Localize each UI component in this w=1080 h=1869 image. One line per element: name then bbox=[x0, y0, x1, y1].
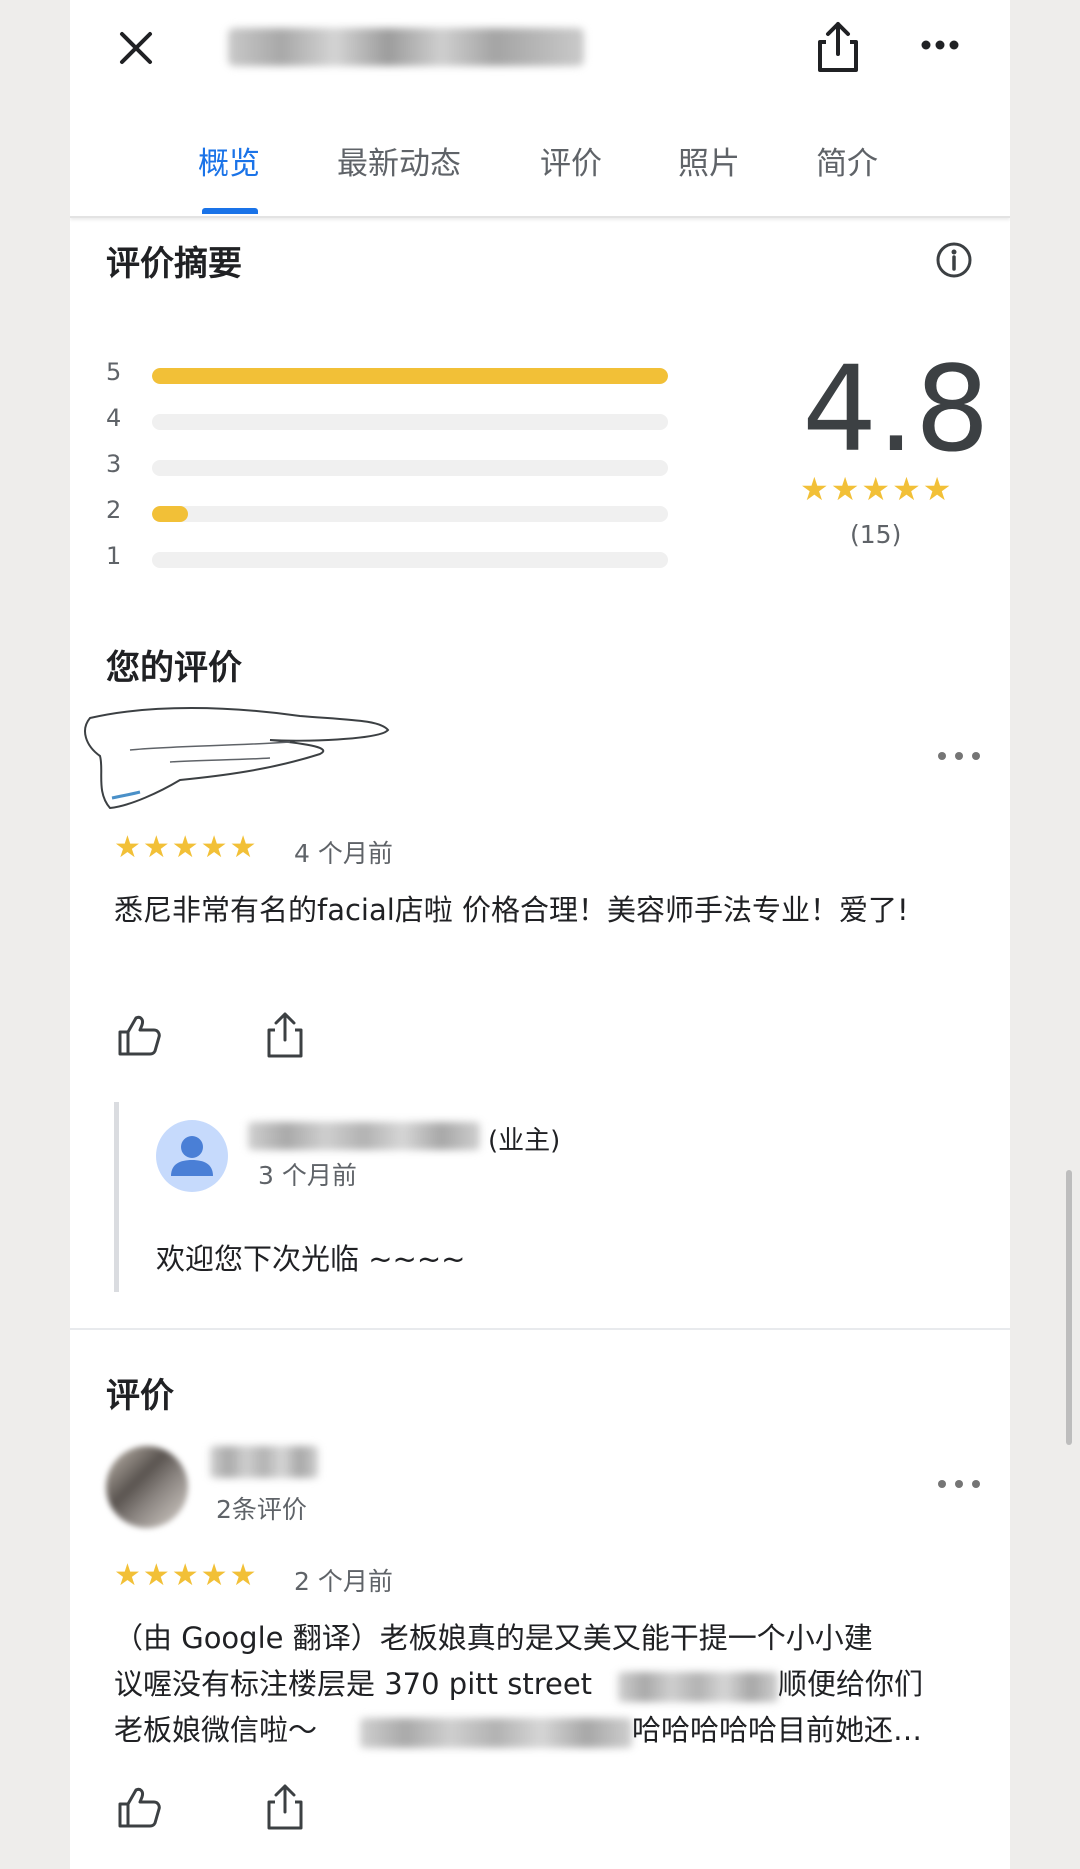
share-review-icon[interactable] bbox=[260, 1782, 310, 1832]
rating-bar-label: 5 bbox=[106, 358, 122, 386]
reviewer-name-blurred bbox=[210, 1446, 318, 1478]
owner-tag: (业主) bbox=[488, 1126, 561, 1156]
share-icon bbox=[818, 22, 858, 72]
close-button[interactable] bbox=[106, 18, 166, 78]
tab-updates[interactable]: 最新动态 bbox=[337, 138, 461, 183]
more-options-button[interactable] bbox=[910, 20, 970, 70]
rating-bar-track bbox=[152, 368, 668, 384]
your-review-title: 您的评价 bbox=[106, 648, 242, 688]
section-divider bbox=[70, 1328, 1010, 1330]
review-text-line-3a: 老板娘微信啦～ bbox=[114, 1713, 318, 1747]
reply-indicator bbox=[114, 1102, 119, 1292]
reviewer-review-count: 2条评价 bbox=[216, 1495, 307, 1524]
review-stars: ★★★★★ bbox=[114, 1558, 259, 1593]
info-icon[interactable] bbox=[934, 240, 974, 280]
share-button[interactable] bbox=[808, 14, 868, 80]
review-count[interactable]: (15) bbox=[850, 520, 901, 549]
review-text-line-2a: 议喔没有标注楼层是 370 pitt street bbox=[114, 1667, 593, 1701]
place-title-blurred bbox=[228, 28, 584, 66]
reviewer-avatar-blurred bbox=[106, 1446, 188, 1528]
tab-photos[interactable]: 照片 bbox=[678, 138, 740, 183]
tab-reviews[interactable]: 评价 bbox=[540, 138, 602, 183]
review-time: 2 个月前 bbox=[294, 1567, 393, 1596]
rating-bar-label: 2 bbox=[106, 496, 122, 524]
your-review-time: 4 个月前 bbox=[294, 839, 393, 868]
review-text-blurred-2 bbox=[360, 1718, 632, 1748]
rating-bar-track bbox=[152, 506, 668, 522]
scrollbar[interactable] bbox=[1066, 1170, 1072, 1445]
tab-indicator bbox=[202, 208, 258, 214]
owner-name-blurred bbox=[248, 1122, 480, 1150]
close-icon bbox=[120, 32, 152, 64]
review-text-line-2b: 顺便给你们 bbox=[778, 1667, 924, 1701]
your-review-text: 悉尼非常有名的facial店啦 价格合理！美容师手法专业！爱了! bbox=[114, 893, 909, 927]
review-text-line-1: （由 Google 翻译）老板娘真的是又美又能干提一个小小建 bbox=[114, 1621, 873, 1655]
rating-bar-label: 1 bbox=[106, 542, 122, 570]
review-text-blurred-1 bbox=[618, 1672, 778, 1702]
rating-bar-track bbox=[152, 552, 668, 568]
review-more-button[interactable] bbox=[934, 1474, 984, 1494]
average-stars: ★★★★★ bbox=[800, 470, 954, 508]
rating-bar-label: 4 bbox=[106, 404, 122, 432]
tab-overview[interactable]: 概览 bbox=[198, 138, 260, 183]
review-text-line-3b: 哈哈哈哈哈目前她还… bbox=[632, 1713, 923, 1747]
place-panel: 概览 最新动态 评价 照片 简介 评价摘要 5 4 3 2 1 4.8 ★★★★★ (1… bbox=[70, 0, 1010, 1869]
header: 概览 最新动态 评价 照片 简介 bbox=[70, 0, 1010, 218]
tab-about[interactable]: 简介 bbox=[816, 138, 878, 183]
your-review-stars: ★★★★★ bbox=[114, 830, 259, 865]
rating-bar-fill bbox=[152, 368, 668, 384]
rating-bar-fill bbox=[152, 506, 189, 522]
more-horiz-icon bbox=[921, 40, 959, 50]
redaction-scribble bbox=[84, 707, 390, 810]
reply-text: 欢迎您下次光临 ~~~~ bbox=[156, 1242, 466, 1276]
like-icon[interactable] bbox=[114, 1782, 164, 1832]
rating-bar-label: 3 bbox=[106, 450, 122, 478]
average-rating: 4.8 bbox=[802, 340, 990, 478]
background-left bbox=[0, 0, 70, 1869]
owner-avatar bbox=[156, 1120, 228, 1192]
reply-time: 3 个月前 bbox=[258, 1161, 357, 1190]
rating-bar-track bbox=[152, 414, 668, 430]
background-right bbox=[1010, 0, 1080, 1869]
rating-bar-track bbox=[152, 460, 668, 476]
your-review-more-button[interactable] bbox=[934, 746, 984, 766]
tab-bar: 概览 最新动态 评价 照片 简介 bbox=[70, 118, 1010, 214]
like-icon[interactable] bbox=[114, 1010, 164, 1060]
person-icon bbox=[171, 1136, 213, 1176]
share-review-icon[interactable] bbox=[260, 1010, 310, 1060]
reviews-title: 评价 bbox=[106, 1376, 174, 1416]
summary-title: 评价摘要 bbox=[106, 244, 242, 284]
